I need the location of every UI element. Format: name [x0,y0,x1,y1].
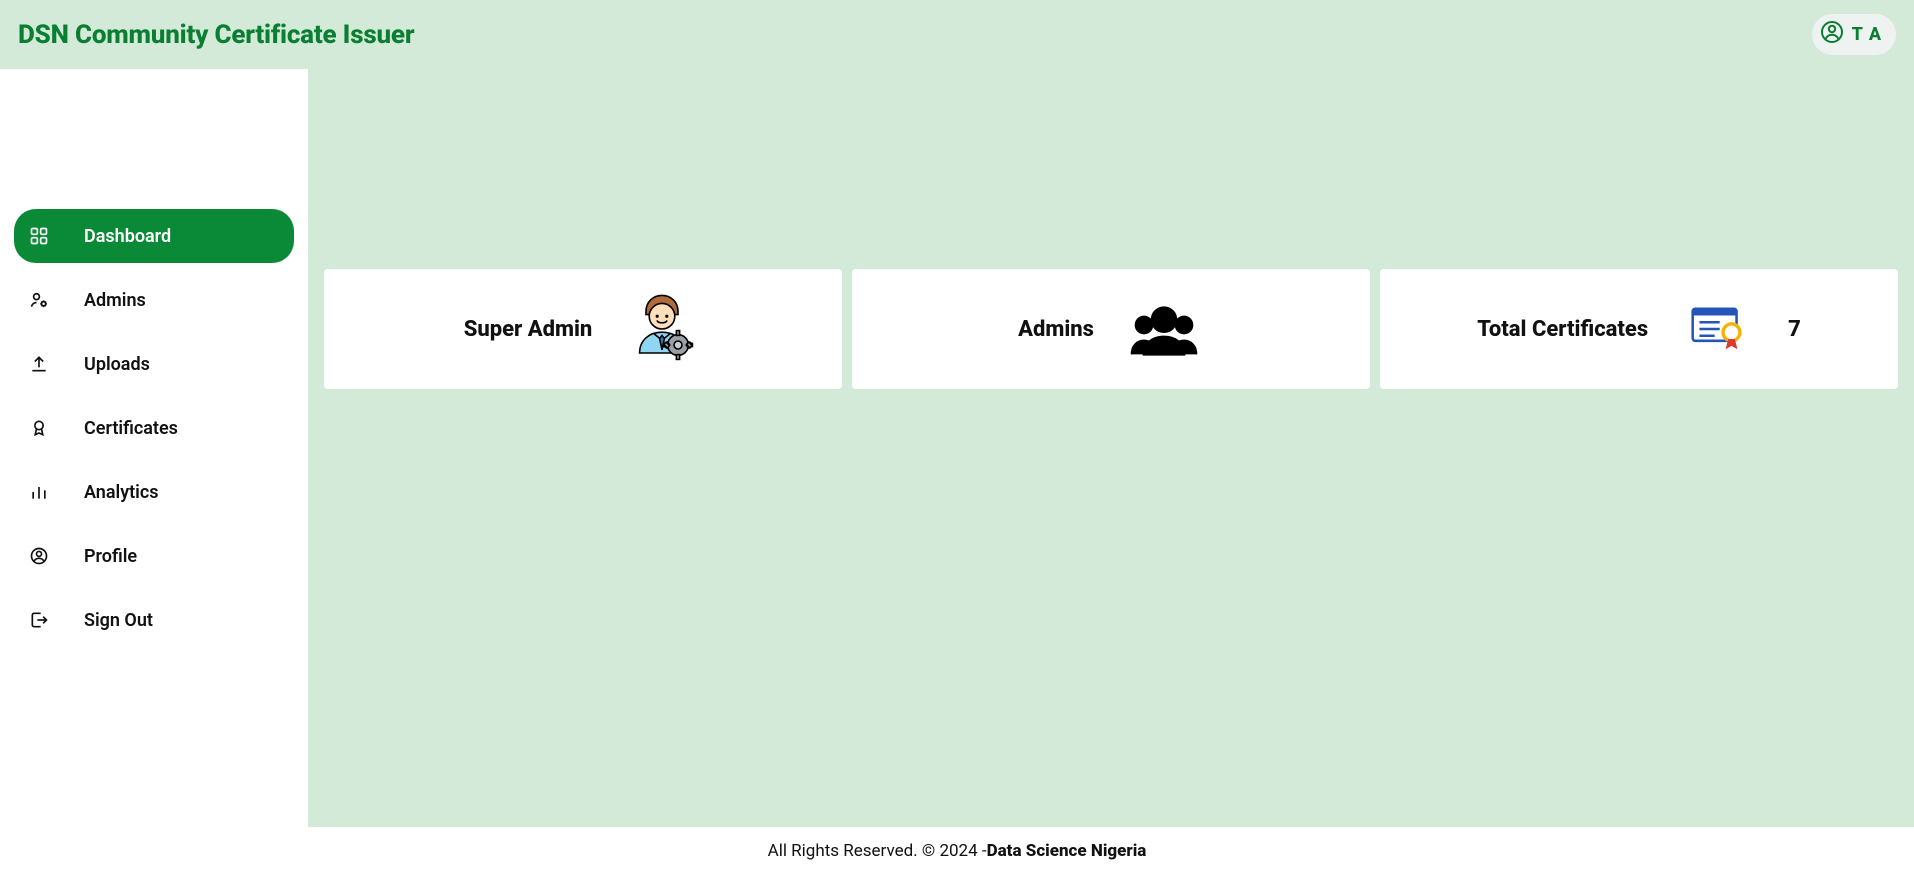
card-title: Total Certificates [1477,317,1648,342]
user-menu[interactable]: T A [1812,14,1896,55]
sidebar-item-uploads[interactable]: Uploads [14,337,294,391]
user-circle-icon [28,545,50,567]
sidebar-item-label: Certificates [84,418,178,439]
sidebar-item-sign-out[interactable]: Sign Out [14,593,294,647]
certificate-icon [1678,289,1758,369]
user-initials: T A [1852,24,1882,45]
footer-org: Data Science Nigeria [987,841,1147,861]
dashboard-icon [28,225,50,247]
card-admins[interactable]: Admins [852,269,1370,389]
user-circle-icon [1820,20,1844,49]
card-title: Super Admin [464,317,593,342]
sidebar-item-label: Dashboard [84,226,171,247]
sidebar-item-analytics[interactable]: Analytics [14,465,294,519]
sign-out-icon [28,609,50,631]
dashboard-cards: Super Admin [324,269,1898,389]
card-super-admin[interactable]: Super Admin [324,269,842,389]
sidebar-item-admins[interactable]: Admins [14,273,294,327]
bar-chart-icon [28,481,50,503]
card-value: 7 [1788,317,1801,342]
sidebar-item-certificates[interactable]: Certificates [14,401,294,455]
sidebar-item-label: Uploads [84,354,150,375]
upload-icon [28,353,50,375]
app-title: DSN Community Certificate Issuer [18,20,414,50]
footer-text: All Rights Reserved. © 2024 - [768,841,987,861]
super-admin-icon [622,289,702,369]
badge-icon [28,417,50,439]
sidebar-item-label: Profile [84,546,137,567]
sidebar-item-profile[interactable]: Profile [14,529,294,583]
layout: Dashboard Admins [0,69,1914,827]
nav-list: Dashboard Admins [0,209,308,647]
header: DSN Community Certificate Issuer T A [0,0,1914,69]
card-title: Admins [1018,317,1094,342]
sidebar-item-label: Sign Out [84,610,153,631]
sidebar-item-dashboard[interactable]: Dashboard [14,209,294,263]
user-gear-icon [28,289,50,311]
sidebar: Dashboard Admins [0,69,308,827]
card-total-certificates[interactable]: Total Certificates 7 [1380,269,1898,389]
main-content: Super Admin [308,69,1914,827]
sidebar-item-label: Admins [84,290,146,311]
footer: All Rights Reserved. © 2024 -Data Scienc… [0,827,1914,879]
sidebar-item-label: Analytics [84,482,159,503]
group-icon [1124,289,1204,369]
